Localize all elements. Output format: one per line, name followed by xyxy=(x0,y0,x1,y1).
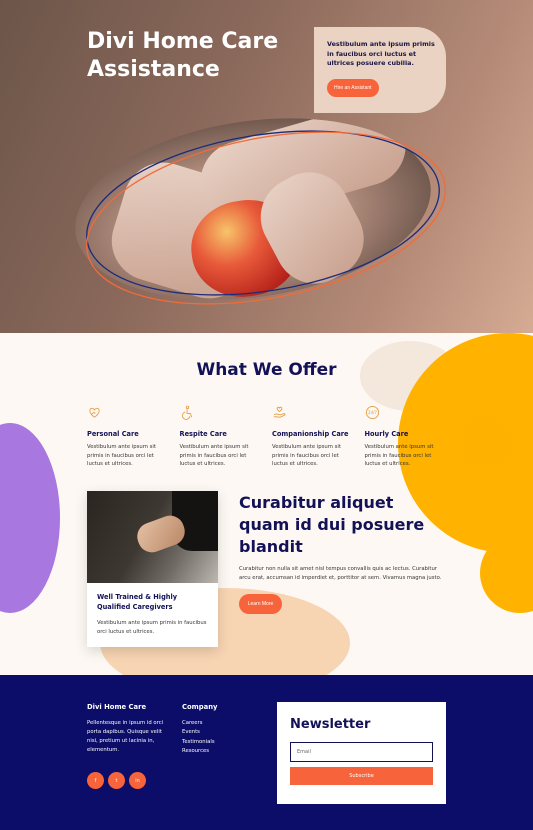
twitter-icon[interactable]: t xyxy=(108,772,125,789)
footer-link-careers[interactable]: Careers xyxy=(182,719,217,728)
caregivers-card: Well Trained & Highly Qualified Caregive… xyxy=(87,491,218,647)
hero-title: Divi Home Care Assistance xyxy=(87,29,279,82)
service-item: Personal Care Vestibulum ante ipsum sit … xyxy=(87,405,180,469)
decorative-blob xyxy=(0,423,60,613)
footer-brand-title: Divi Home Care xyxy=(87,703,147,711)
service-text: Vestibulum ante ipsum sit primis in fauc… xyxy=(179,444,249,468)
service-item: Respite Care Vestibulum ante ipsum sit p… xyxy=(180,405,273,469)
card-text: Vestibulum ante ipsum primis in faucibus… xyxy=(97,620,207,635)
footer-link-resources[interactable]: Resources xyxy=(182,747,217,756)
caring-hand-icon xyxy=(273,406,286,418)
service-title: Personal Care xyxy=(87,430,139,438)
footer-link-testimonials[interactable]: Testimonials xyxy=(182,738,217,747)
footer-link-events[interactable]: Events xyxy=(182,728,217,737)
footer-company-title: Company xyxy=(182,703,218,711)
service-title: Respite Care xyxy=(179,430,227,438)
hero-info-card: Vestibulum ante ipsum primis in faucibus… xyxy=(314,27,446,113)
services-list: Personal Care Vestibulum ante ipsum sit … xyxy=(87,405,457,469)
email-field[interactable] xyxy=(290,742,433,762)
service-text: Vestibulum ante ipsum sit primis in fauc… xyxy=(364,444,434,468)
hero-section: Divi Home Care Assistance Vestibulum ant… xyxy=(0,0,533,333)
section-title: What We Offer xyxy=(196,360,337,380)
service-item: 24/7 Hourly Care Vestibulum ante ipsum s… xyxy=(365,405,458,469)
heart-hand-icon xyxy=(89,407,100,418)
footer-brand-text: Pellentesque in ipsum id orci porta dapi… xyxy=(87,720,164,753)
svg-text:24/7: 24/7 xyxy=(368,410,377,415)
card-title: Well Trained & Highly Qualified Caregive… xyxy=(97,593,178,611)
caregivers-image xyxy=(87,491,218,583)
newsletter-title: Newsletter xyxy=(290,717,371,732)
service-item: Companionship Care Vestibulum ante ipsum… xyxy=(272,405,365,469)
service-text: Vestibulum ante ipsum sit primis in fauc… xyxy=(272,444,341,468)
feature-text: Curabitur non nulla sit amet nisl tempus… xyxy=(239,566,442,581)
learn-more-button[interactable]: Learn More xyxy=(239,594,282,614)
service-text: Vestibulum ante ipsum sit primis in fauc… xyxy=(87,444,156,468)
footer-links: Careers Events Testimonials Resources xyxy=(182,719,217,756)
subscribe-button[interactable]: Subscribe xyxy=(290,767,433,785)
footer-brand-column: Divi Home Care Pellentesque in ipsum id … xyxy=(87,703,167,755)
what-we-offer-section: What We Offer Personal Care Vestibulum a… xyxy=(0,333,533,675)
social-links: f t in xyxy=(87,772,146,789)
service-title: Hourly Care xyxy=(364,430,409,438)
facebook-icon[interactable]: f xyxy=(87,772,104,789)
hire-assistant-button[interactable]: Hire an Assistant xyxy=(327,78,379,97)
footer-company-column: Company Careers Events Testimonials Reso… xyxy=(182,703,217,756)
clock-24-7-icon: 24/7 xyxy=(365,405,379,420)
site-footer: Divi Home Care Pellentesque in ipsum id … xyxy=(0,675,533,830)
service-title: Companionship Care xyxy=(272,430,349,438)
wheelchair-icon xyxy=(181,405,192,420)
hero-decorative-ellipse xyxy=(86,130,446,305)
linkedin-icon[interactable]: in xyxy=(129,772,146,789)
newsletter-box: Newsletter Subscribe xyxy=(277,702,446,804)
feature-title: Curabitur aliquet quam id dui posuere bl… xyxy=(239,493,425,556)
hero-card-text: Vestibulum ante ipsum primis in faucibus… xyxy=(327,40,435,67)
